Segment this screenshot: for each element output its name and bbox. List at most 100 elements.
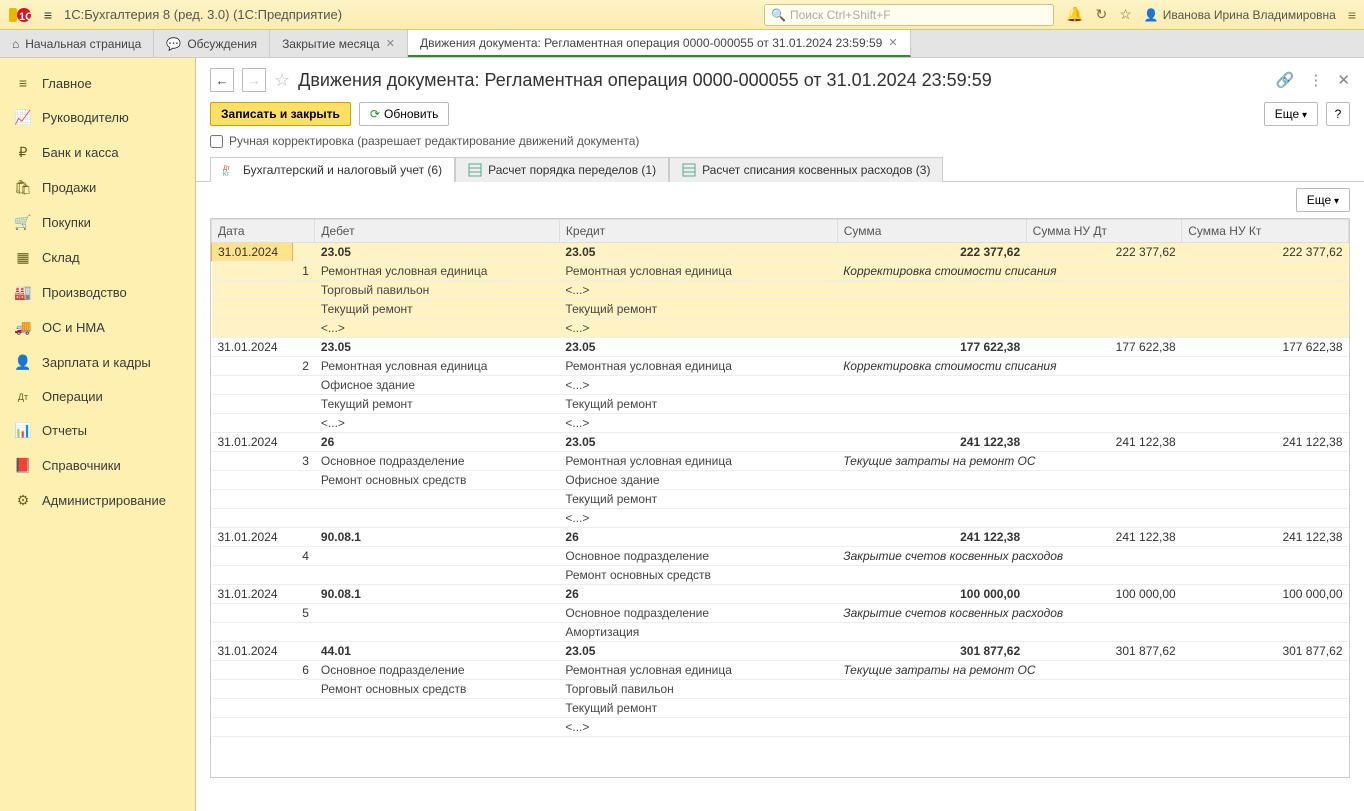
tab-accounting[interactable]: ДтКт Бухгалтерский и налоговый учет (6) xyxy=(210,157,455,182)
entry-debit-account: 23.05 xyxy=(315,243,560,262)
manual-correction-label: Ручная корректировка (разрешает редактир… xyxy=(229,134,639,148)
favorite-star-icon[interactable]: ☆ xyxy=(274,70,290,91)
entry-detail-row[interactable]: Торговый павильон<...> xyxy=(212,281,1349,300)
col-sum-nu-dt[interactable]: Сумма НУ Дт xyxy=(1026,220,1182,243)
more-menu-icon[interactable]: ≡ xyxy=(1348,7,1356,23)
tab-home[interactable]: ⌂ Начальная страница xyxy=(0,30,154,57)
entry-detail-row[interactable]: 6Основное подразделениеРемонтная условна… xyxy=(212,661,1349,680)
nav-back-button[interactable]: ← xyxy=(210,68,234,92)
sidebar-item-manager[interactable]: 📈Руководителю xyxy=(0,100,195,135)
sidebar-item-admin[interactable]: ⚙Администрирование xyxy=(0,483,195,518)
entry-detail-row[interactable]: 3Основное подразделениеРемонтная условна… xyxy=(212,452,1349,471)
entry-detail-row[interactable]: <...><...> xyxy=(212,414,1349,433)
bank-icon: ₽ xyxy=(14,144,32,161)
entry-row[interactable]: 31.01.202423.0523.05222 377,62222 377,62… xyxy=(212,243,1349,262)
link-icon[interactable]: 🔗 xyxy=(1276,71,1295,89)
kebab-icon[interactable]: ⋮ xyxy=(1308,71,1323,89)
entry-row[interactable]: 31.01.202490.08.126100 000,00100 000,001… xyxy=(212,585,1349,604)
tab-month-close[interactable]: Закрытие месяца ✕ xyxy=(270,30,408,57)
bell-icon[interactable]: 🔔 xyxy=(1066,6,1083,23)
document-title: Движения документа: Регламентная операци… xyxy=(298,70,1268,91)
entry-debit-account: 23.05 xyxy=(315,338,560,357)
close-icon[interactable]: ✕ xyxy=(386,37,395,50)
sidebar-item-reports[interactable]: 📊Отчеты xyxy=(0,413,195,448)
entry-detail-row[interactable]: Ремонт основных средств xyxy=(212,566,1349,585)
entry-description: Корректировка стоимости списания xyxy=(837,357,1348,376)
sidebar-item-production[interactable]: 🏭Производство xyxy=(0,275,195,310)
close-panel-icon[interactable]: ✕ xyxy=(1337,71,1350,89)
document-toolbar: Записать и закрыть Обновить Еще ? xyxy=(196,98,1364,134)
global-search-input[interactable]: 🔍 Поиск Ctrl+Shift+F xyxy=(764,4,1054,26)
discussions-icon: 💬 xyxy=(166,37,181,51)
entry-row[interactable]: 31.01.20242623.05241 122,38241 122,38241… xyxy=(212,433,1349,452)
entry-credit-account: 23.05 xyxy=(559,433,837,452)
manual-correction-row: Ручная корректировка (разрешает редактир… xyxy=(196,134,1364,156)
user-menu[interactable]: 👤 Иванова Ирина Владимировна xyxy=(1144,8,1336,22)
sidebar-item-hr[interactable]: 👤Зарплата и кадры xyxy=(0,345,195,380)
entry-detail-row[interactable]: <...> xyxy=(212,509,1349,528)
entry-detail-row[interactable]: Текущий ремонт xyxy=(212,699,1349,718)
grid-more-button[interactable]: Еще xyxy=(1296,188,1350,212)
sidebar-item-catalogs[interactable]: 📕Справочники xyxy=(0,448,195,483)
tab-discussions[interactable]: 💬 Обсуждения xyxy=(154,30,270,57)
sidebar-item-assets[interactable]: 🚚ОС и НМА xyxy=(0,310,195,345)
entry-row[interactable]: 31.01.202444.0123.05301 877,62301 877,62… xyxy=(212,642,1349,661)
entry-detail-row[interactable]: Ремонт основных средствТорговый павильон xyxy=(212,680,1349,699)
sidebar-item-operations[interactable]: ДтОперации xyxy=(0,380,195,413)
sidebar-item-main[interactable]: ≡Главное xyxy=(0,66,195,100)
entry-detail-row[interactable]: 4Основное подразделениеЗакрытие счетов к… xyxy=(212,547,1349,566)
entry-detail-row[interactable]: Офисное здание<...> xyxy=(212,376,1349,395)
sidebar-item-purchases[interactable]: 🛒Покупки xyxy=(0,205,195,240)
app-logo-icon: 1С xyxy=(8,5,32,25)
more-button[interactable]: Еще xyxy=(1264,102,1318,126)
col-credit[interactable]: Кредит xyxy=(559,220,837,243)
table-tab-icon xyxy=(468,163,482,177)
col-debit[interactable]: Дебет xyxy=(315,220,560,243)
refresh-button[interactable]: Обновить xyxy=(359,102,449,126)
entry-credit-analytic: Ремонтная условная единица xyxy=(559,661,837,680)
entry-credit-analytic: <...> xyxy=(559,414,837,433)
manual-correction-checkbox[interactable] xyxy=(210,135,223,148)
entry-credit-analytic: <...> xyxy=(559,319,837,338)
sidebar-item-sales[interactable]: 🛍Продажи xyxy=(0,170,195,205)
user-icon: 👤 xyxy=(1144,8,1159,22)
entry-credit-analytic: Офисное здание xyxy=(559,471,837,490)
col-sum[interactable]: Сумма xyxy=(837,220,1026,243)
nav-forward-button[interactable]: → xyxy=(242,68,266,92)
entry-detail-row[interactable]: 5Основное подразделениеЗакрытие счетов к… xyxy=(212,604,1349,623)
entry-row[interactable]: 31.01.202490.08.126241 122,38241 122,382… xyxy=(212,528,1349,547)
entry-debit-analytic xyxy=(315,718,560,737)
entry-detail-row[interactable]: <...> xyxy=(212,718,1349,737)
grid-toolbar: Еще xyxy=(196,182,1364,218)
entry-sum-nu-kt: 177 622,38 xyxy=(1182,338,1349,357)
entry-detail-row[interactable]: <...><...> xyxy=(212,319,1349,338)
tab-document-movements[interactable]: Движения документа: Регламентная операци… xyxy=(408,30,911,57)
entry-detail-row[interactable]: Амортизация xyxy=(212,623,1349,642)
star-icon[interactable]: ☆ xyxy=(1119,6,1132,23)
help-button[interactable]: ? xyxy=(1326,102,1350,126)
entry-debit-analytic xyxy=(315,509,560,528)
sidebar-item-bank[interactable]: ₽Банк и касса xyxy=(0,135,195,170)
tab-redistribution-order[interactable]: Расчет порядка переделов (1) xyxy=(455,157,669,182)
history-icon[interactable]: ↻ xyxy=(1095,6,1107,23)
entry-detail-row[interactable]: Текущий ремонтТекущий ремонт xyxy=(212,395,1349,414)
entry-sum-nu-dt: 241 122,38 xyxy=(1026,433,1182,452)
entry-debit-analytic xyxy=(315,566,560,585)
main-menu-icon[interactable]: ≡ xyxy=(38,7,58,23)
entries-grid-wrap[interactable]: Дата Дебет Кредит Сумма Сумма НУ Дт Сумм… xyxy=(210,218,1350,778)
entry-detail-row[interactable]: 2Ремонтная условная единицаРемонтная усл… xyxy=(212,357,1349,376)
register-tabs: ДтКт Бухгалтерский и налоговый учет (6) … xyxy=(196,156,1364,182)
entry-detail-row[interactable]: 1Ремонтная условная единицаРемонтная усл… xyxy=(212,262,1349,281)
save-close-button[interactable]: Записать и закрыть xyxy=(210,102,351,126)
close-icon[interactable]: ✕ xyxy=(888,36,897,49)
app-title: 1С:Бухгалтерия 8 (ред. 3.0) (1С:Предприя… xyxy=(64,7,342,22)
entry-detail-row[interactable]: Текущий ремонт xyxy=(212,490,1349,509)
entry-row[interactable]: 31.01.202423.0523.05177 622,38177 622,38… xyxy=(212,338,1349,357)
col-sum-nu-kt[interactable]: Сумма НУ Кт xyxy=(1182,220,1349,243)
col-date[interactable]: Дата xyxy=(212,220,315,243)
entry-detail-row[interactable]: Ремонт основных средствОфисное здание xyxy=(212,471,1349,490)
purchases-icon: 🛒 xyxy=(14,214,32,231)
tab-indirect-costs[interactable]: Расчет списания косвенных расходов (3) xyxy=(669,157,943,182)
entry-detail-row[interactable]: Текущий ремонтТекущий ремонт xyxy=(212,300,1349,319)
sidebar-item-warehouse[interactable]: ▦Склад xyxy=(0,240,195,275)
